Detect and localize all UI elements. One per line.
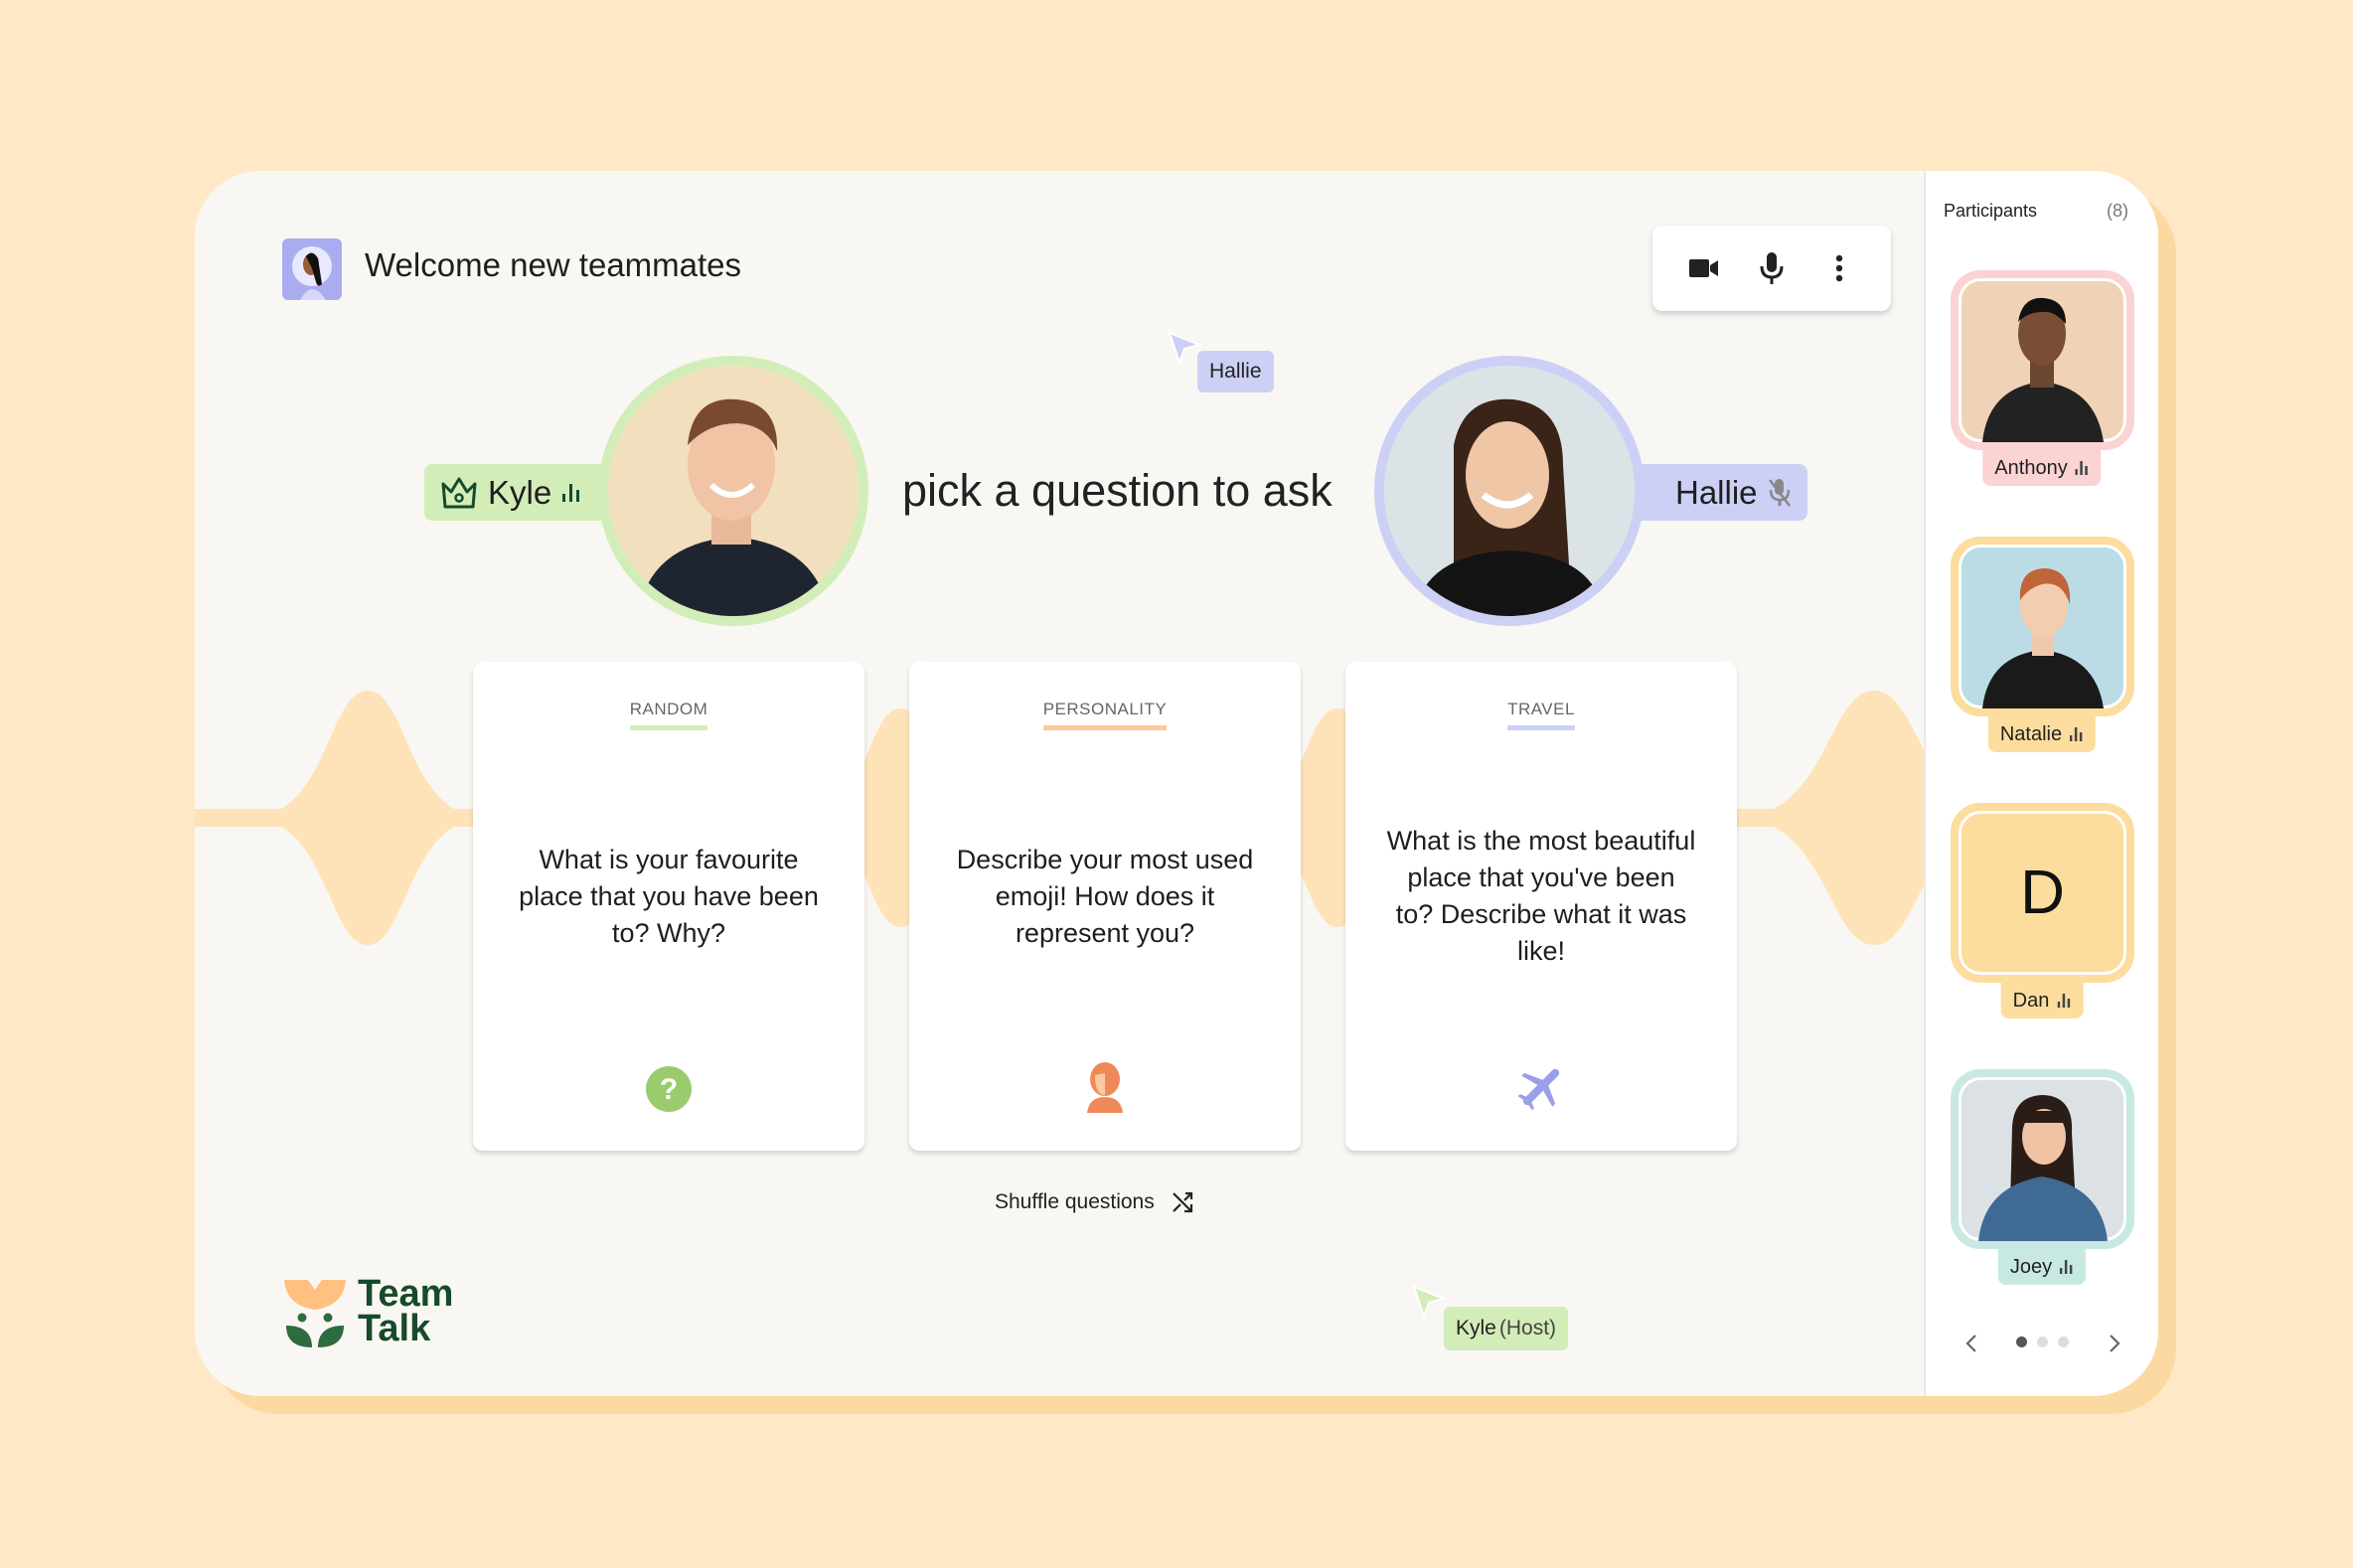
participant-photo [1978,1095,2108,1241]
page-dots [2011,1334,2074,1352]
chevron-left-icon[interactable] [1964,1333,1978,1353]
wave-bump [1735,691,1924,945]
audio-level-icon [562,483,580,502]
question-card-random[interactable]: RANDOM What is your favourite place that… [473,662,864,1151]
guest-video [1374,356,1645,626]
host-name: Kyle [488,473,552,511]
participant-label: Anthony [1982,450,2102,486]
audio-level-icon [2060,1260,2073,1274]
audio-level-icon [2057,994,2070,1008]
question-card-personality[interactable]: PERSONALITY Describe your most used emoj… [909,662,1301,1151]
mic-muted-icon [1768,478,1791,507]
participant-label: Natalie [1987,716,2097,752]
host-video [598,356,868,626]
meeting-avatar-icon [282,238,342,300]
host-name-chip: Kyle [424,464,622,521]
logo-line1: Team [358,1273,454,1315]
logo-line2: Talk [358,1308,431,1349]
kyle-cursor-label: Kyle (Host) [1444,1307,1569,1350]
participant-name: Dan [2012,989,2050,1012]
question-icon: ? [646,1066,692,1112]
cursor-name: Kyle [1456,1317,1496,1339]
participant-photo [1982,568,2104,708]
shuffle-icon [1172,1191,1192,1213]
wave-bump [248,691,487,945]
guest-name: Hallie [1675,473,1758,511]
question-card-travel[interactable]: TRAVEL What is the most beautiful place … [1345,662,1737,1151]
hallie-cursor-label: Hallie [1197,351,1274,392]
page-dot[interactable] [2058,1336,2070,1347]
microphone-icon[interactable] [1752,248,1792,288]
page-dot-active[interactable] [2016,1336,2028,1347]
participants-pager [1926,1333,2158,1353]
airplane-icon [1517,1068,1560,1111]
logo-flower-icon [284,1280,346,1347]
participant-photo [1982,297,2104,442]
chevron-right-icon[interactable] [2108,1333,2121,1353]
host-photo [608,366,859,616]
call-controls [1652,226,1891,311]
participant-name: Natalie [1999,722,2063,745]
participants-title: Participants [1944,201,2038,221]
participants-count: (8) [2107,201,2128,221]
participant-tile-joey[interactable] [1951,1069,2134,1249]
app-window: Welcome new teammates Kyle pick a questi… [195,171,2158,1396]
participant-label: Joey [1997,1249,2087,1285]
participant-tile-natalie[interactable] [1951,537,2134,716]
cursor-arrow-icon [1412,1285,1448,1321]
person-icon [1087,1062,1123,1113]
team-talk-logo: Team Talk [282,1273,454,1349]
meeting-title: Welcome new teammates [365,246,742,283]
page-dot[interactable] [2037,1336,2049,1347]
participant-tile-anthony[interactable] [1951,270,2134,450]
participant-tile-dan[interactable]: D [1951,803,2134,983]
participant-name: Joey [2009,1255,2053,1278]
more-vertical-icon[interactable] [1819,248,1859,288]
video-camera-icon[interactable] [1684,248,1724,288]
participants-sidebar: Participants (8) Anthony Natalie D Dan J… [1924,171,2158,1396]
guest-photo [1384,366,1635,616]
shuffle-questions-button[interactable]: Shuffle questions [995,1190,1194,1214]
shuffle-label: Shuffle questions [995,1190,1155,1213]
stage-prompt: pick a question to ask [902,465,1333,516]
svg-text:?: ? [660,1073,678,1106]
guest-name-chip: Hallie [1632,464,1807,521]
audio-level-icon [2070,727,2083,741]
participant-label: Dan [2000,983,2084,1019]
participant-initial: D [2020,859,2065,927]
kyle-cursor [1411,1284,1448,1325]
participant-name: Anthony [1994,456,2068,479]
crown-icon [441,477,477,508]
cursor-role: (Host) [1498,1317,1557,1339]
audio-level-icon [2075,461,2089,475]
